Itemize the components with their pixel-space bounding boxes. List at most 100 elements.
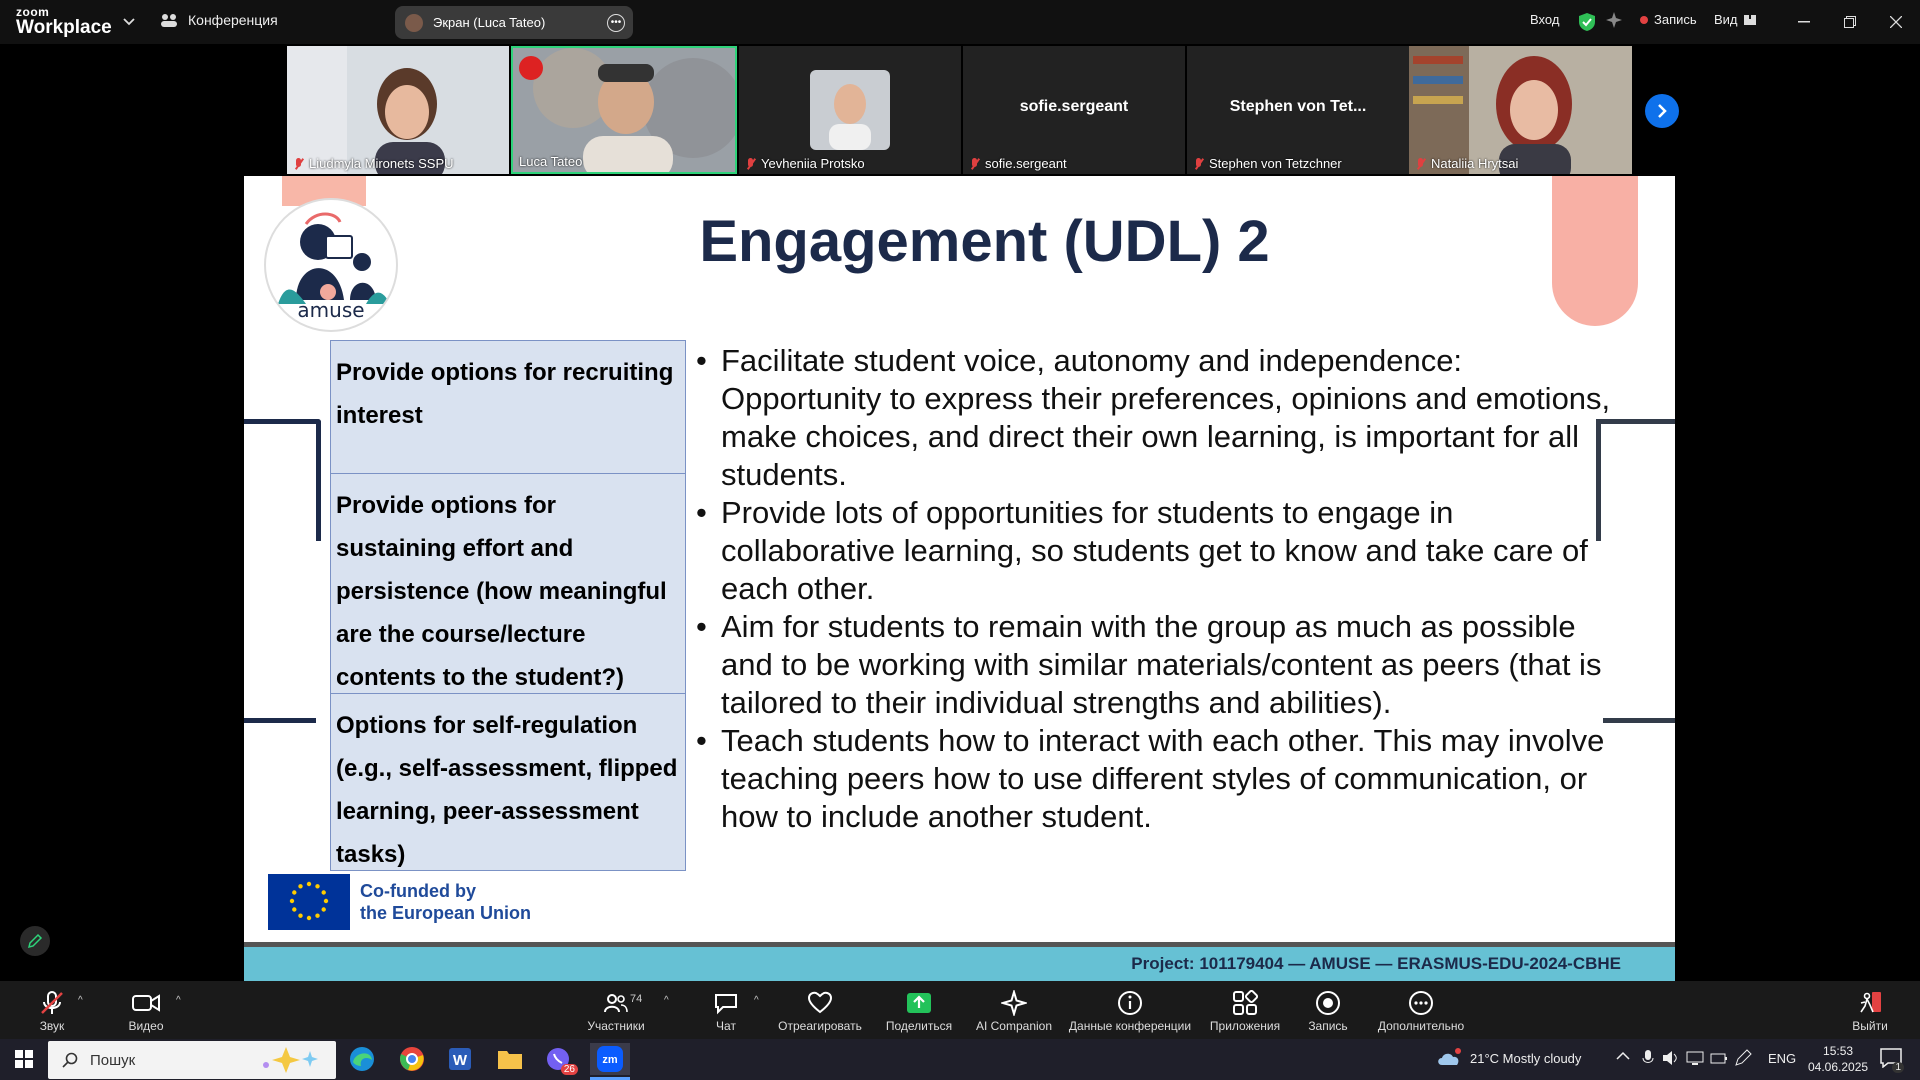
weather-text[interactable]: 21°C Mostly cloudy [1470, 1051, 1581, 1066]
grid-icon [1743, 14, 1756, 25]
heart-icon [807, 989, 833, 1017]
more-icon [1408, 989, 1434, 1017]
participant-tile[interactable]: sofie.sergeant sofie.sergeant [963, 46, 1185, 174]
screen-share-pill[interactable]: Экран (Luca Tateo) ••• [395, 6, 633, 39]
search-icon [62, 1052, 78, 1068]
record-dot-icon [1640, 15, 1648, 24]
chrome-icon[interactable] [396, 1043, 428, 1075]
muted-mic-icon [39, 989, 65, 1017]
signin-link[interactable]: Вход [1530, 12, 1559, 27]
meeting-icon [161, 14, 177, 27]
logo-text: amuse [297, 298, 365, 322]
ai-companion-button[interactable]: AI Companion [970, 981, 1058, 1039]
next-page-button[interactable] [1645, 94, 1679, 128]
language-indicator[interactable]: ENG [1768, 1051, 1796, 1066]
apps-button[interactable]: Приложения [1206, 981, 1284, 1039]
caret-up-icon[interactable]: ^ [78, 995, 83, 1006]
battery-icon[interactable] [1710, 1049, 1728, 1070]
audio-button[interactable]: Звук [30, 981, 74, 1039]
caret-up-icon[interactable]: ^ [664, 995, 669, 1006]
title-bar: zoom Workplace Конференция Экран (Luca T… [0, 0, 1920, 44]
notification-count: 1 [1892, 1062, 1904, 1073]
eu-cofunded-logo: Co-funded by the European Union [268, 874, 531, 930]
camera-icon [132, 989, 160, 1017]
clock[interactable]: 15:53 04.06.2025 [1808, 1043, 1868, 1075]
eu-text-line: Co-funded by [360, 881, 476, 901]
bullet-item: Provide lots of opportunities for studen… [696, 494, 1626, 608]
chevron-right-icon [1658, 104, 1667, 118]
minimize-icon[interactable] [1792, 10, 1816, 34]
bullet-list: Facilitate student voice, autonomy and i… [696, 342, 1626, 836]
restore-icon[interactable] [1838, 10, 1862, 34]
participants-count: 74 [630, 993, 643, 1005]
caret-up-icon[interactable]: ^ [176, 995, 181, 1006]
caret-up-icon[interactable]: ^ [754, 995, 759, 1006]
bullet-item: Aim for students to remain with the grou… [696, 608, 1626, 722]
meeting-toolbar: Звук ^ Видео ^ Участники 74 ^ Чат ^ Отре… [0, 981, 1920, 1039]
close-icon[interactable] [1884, 10, 1908, 34]
participants-button[interactable]: Участники [582, 981, 650, 1039]
participant-video [739, 46, 961, 174]
eu-flag-icon [268, 874, 350, 930]
record-icon [1315, 989, 1341, 1017]
pen-icon [27, 933, 43, 949]
word-icon[interactable]: W [444, 1043, 476, 1075]
recording-indicator[interactable]: Запись [1640, 12, 1697, 27]
more-button[interactable]: Дополнительно [1376, 981, 1466, 1039]
share-button[interactable]: Поделиться [880, 981, 958, 1039]
search-placeholder: Пошук [90, 1051, 136, 1069]
windows-start-icon[interactable] [8, 1043, 40, 1075]
notifications-icon[interactable]: 1 [1880, 1048, 1904, 1073]
meeting-info-button[interactable]: Данные конференции [1064, 981, 1196, 1039]
microphone-icon[interactable] [1642, 1049, 1654, 1070]
chevron-up-icon[interactable] [1616, 1049, 1630, 1064]
slide-footer: Project: 101179404 — AMUSE — ERASMUS-EDU… [244, 947, 1675, 981]
eu-text-line: the European Union [360, 903, 531, 923]
apps-icon [1232, 989, 1258, 1017]
participant-tile[interactable]: Yevheniia Protsko [739, 46, 961, 174]
info-icon [1117, 989, 1143, 1017]
weather-icon[interactable] [1436, 1047, 1462, 1072]
chevron-down-icon[interactable] [120, 13, 138, 31]
viber-icon[interactable]: 26 [542, 1043, 578, 1075]
table-cell: Provide options for sustaining effort an… [331, 474, 685, 694]
react-button[interactable]: Отреагировать [776, 981, 864, 1039]
view-menu[interactable]: Вид [1714, 12, 1756, 27]
screen-share-label: Экран (Luca Tateo) [433, 15, 546, 30]
video-button[interactable]: Видео [124, 981, 168, 1039]
participant-tile[interactable]: Nataliia Hrytsai [1409, 46, 1632, 174]
folder-icon[interactable] [494, 1043, 526, 1075]
pen-icon[interactable] [1734, 1049, 1752, 1070]
participant-tile[interactable]: Liudmyla Mironets SSPU [287, 46, 509, 174]
muted-mic-icon [969, 157, 981, 171]
shield-icon[interactable] [1578, 12, 1596, 32]
muted-mic-icon [1415, 157, 1427, 171]
svg-text:zm: zm [602, 1054, 618, 1066]
speaker-icon[interactable] [1662, 1049, 1680, 1070]
meeting-menu[interactable]: Конференция [160, 12, 278, 28]
muted-mic-icon [1193, 157, 1205, 171]
participant-strip: Liudmyla Mironets SSPU Luca Tateo Yevhen… [287, 46, 1632, 174]
shared-screen-slide: amuse Engagement (UDL) 2 Provide options… [244, 176, 1675, 981]
annotate-pen-button[interactable] [20, 926, 50, 956]
bullet-item: Teach students how to interact with each… [696, 722, 1626, 836]
slide-title: Engagement (UDL) 2 [699, 209, 1270, 274]
participant-video [1409, 46, 1632, 174]
taskbar-search[interactable]: Пошук [48, 1041, 336, 1079]
meeting-label: Конференция [188, 12, 278, 28]
participant-tile-active[interactable]: Luca Tateo [511, 46, 737, 174]
network-icon[interactable] [1686, 1049, 1704, 1070]
chat-button[interactable]: Чат [704, 981, 748, 1039]
zoom-taskbar-icon[interactable]: zm [590, 1043, 630, 1075]
participants-icon [603, 989, 629, 1017]
participant-tile[interactable]: Stephen von Tet... Stephen von Tetzchner [1187, 46, 1409, 174]
leave-button[interactable]: Выйти [1850, 981, 1890, 1039]
sparkle-icon[interactable] [1606, 12, 1622, 28]
sparkle-icon [263, 1047, 318, 1073]
record-button[interactable]: Запись [1304, 981, 1352, 1039]
sparkle-icon [1001, 989, 1027, 1017]
more-icon[interactable]: ••• [607, 14, 625, 32]
zoom-logo: zoom Workplace [16, 5, 112, 38]
edge-icon[interactable] [346, 1043, 378, 1075]
options-table: Provide options for recruiting interest … [330, 340, 686, 871]
